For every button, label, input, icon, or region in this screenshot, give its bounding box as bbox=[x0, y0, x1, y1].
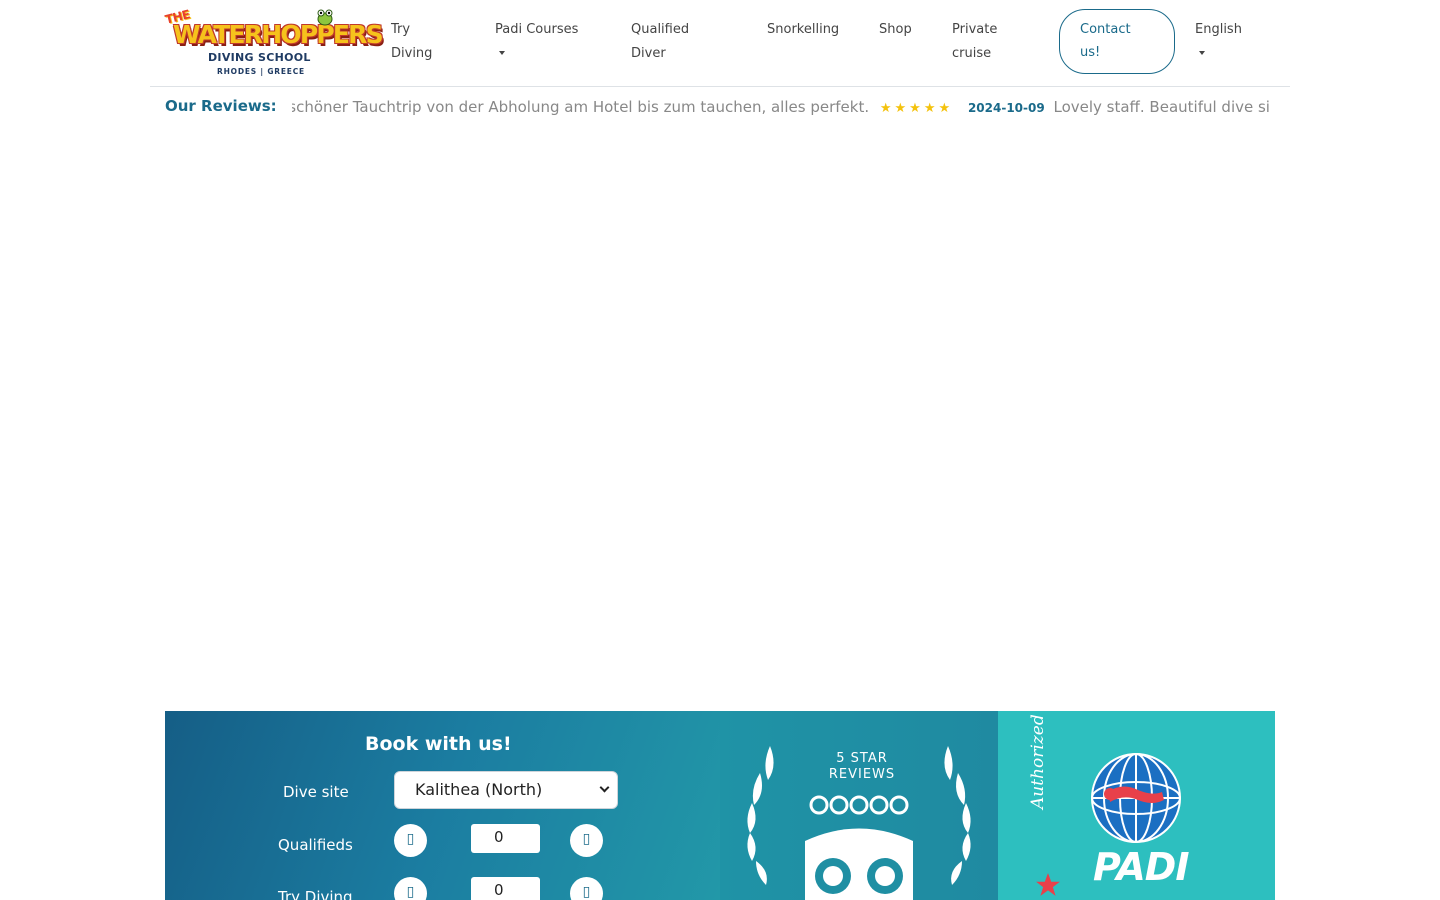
nav-item-label: Diving bbox=[391, 46, 433, 61]
language-dropdown[interactable]: English bbox=[1195, 18, 1242, 55]
plus-icon: ▯ bbox=[582, 884, 591, 900]
nav-item-shop[interactable]: Shop bbox=[879, 18, 912, 42]
top-navbar: THE WATERHOPPERS DIVING SCHOOL RHODES | … bbox=[150, 0, 1290, 87]
nav-item-label: Padi Courses bbox=[495, 22, 579, 37]
dive-site-value: Kalithea (North) bbox=[415, 780, 543, 799]
caret-down-icon bbox=[499, 51, 505, 55]
authorized-text: Authorized bbox=[1028, 714, 1048, 809]
review-text: n schöner Tauchtrip von der Abholung am … bbox=[292, 98, 870, 116]
chevron-down-icon bbox=[599, 782, 610, 793]
nav-item-label: Diver bbox=[631, 46, 666, 61]
nav-item-label: Private bbox=[952, 22, 998, 37]
try-diving-plus-button[interactable]: ▯ bbox=[570, 877, 603, 900]
site-logo[interactable]: THE WATERHOPPERS DIVING SCHOOL RHODES | … bbox=[164, 7, 384, 76]
contact-us-button[interactable]: Contact us! bbox=[1059, 9, 1175, 74]
try-diving-label: Try Diving bbox=[278, 888, 353, 900]
logo-location: RHODES | GREECE bbox=[217, 67, 305, 76]
logo-brand-text: WATERHOPPERS bbox=[173, 20, 384, 49]
padi-globe-diver-icon bbox=[1091, 753, 1181, 843]
nav-item-try-diving[interactable]: Try Diving bbox=[391, 18, 432, 66]
tripadvisor-badge[interactable]: 5 STAR REVIEWS bbox=[720, 711, 998, 900]
star-rating-icon: ★★★★★ bbox=[879, 101, 954, 116]
nav-item-label: cruise bbox=[952, 46, 992, 61]
nav-item-label: Shop bbox=[879, 22, 912, 37]
owl-icon bbox=[805, 828, 913, 900]
try-diving-minus-button[interactable]: ▯ bbox=[394, 877, 427, 900]
nav-item-private-cruise[interactable]: Private cruise bbox=[952, 18, 997, 66]
booking-form: Book with us! Dive site Kalithea (North)… bbox=[165, 711, 720, 900]
qualifieds-plus-button[interactable]: ▯ bbox=[570, 824, 603, 857]
padi-logo-text: PADI bbox=[1093, 845, 1189, 889]
nav-item-label: Try bbox=[391, 22, 411, 37]
nav-item-label: Qualified bbox=[631, 22, 690, 37]
language-label: English bbox=[1195, 22, 1242, 37]
laurel-wreath-icon bbox=[747, 746, 971, 900]
reviews-ticker-bar: Our Reviews: n schöner Tauchtrip von der… bbox=[165, 95, 1283, 119]
review-date: 2024-10-09 bbox=[967, 101, 1045, 115]
reviews-title: Our Reviews: bbox=[165, 97, 277, 115]
frog-mascot-icon bbox=[317, 9, 333, 26]
dive-site-label: Dive site bbox=[283, 783, 349, 801]
nav-item-snorkelling[interactable]: Snorkelling bbox=[767, 18, 839, 42]
booking-banner: Book with us! Dive site Kalithea (North)… bbox=[165, 711, 1275, 900]
dive-site-select[interactable]: Kalithea (North) bbox=[394, 771, 618, 809]
nav-item-qualified-diver[interactable]: Qualified Diver bbox=[631, 18, 689, 66]
logo-subtitle: DIVING SCHOOL bbox=[208, 51, 311, 64]
review-text: Lovely staff. Beautiful dive si bbox=[1053, 98, 1270, 116]
booking-title: Book with us! bbox=[365, 733, 512, 755]
nav-item-padi-courses[interactable]: Padi Courses bbox=[495, 18, 578, 55]
caret-down-icon bbox=[1199, 51, 1205, 55]
nav-item-label: Snorkelling bbox=[767, 22, 840, 37]
badge-line: REVIEWS bbox=[828, 767, 896, 782]
badge-line: 5 STAR bbox=[836, 751, 888, 766]
try-diving-count-input[interactable]: 0 bbox=[471, 877, 540, 900]
reviews-ticker: n schöner Tauchtrip von der Abholung am … bbox=[292, 95, 1283, 119]
qualifieds-minus-button[interactable]: ▯ bbox=[394, 824, 427, 857]
contact-us-label: Contact bbox=[1080, 22, 1131, 37]
star-icon bbox=[1036, 873, 1060, 896]
reviews-ticker-track: n schöner Tauchtrip von der Abholung am … bbox=[292, 98, 1270, 116]
padi-badge[interactable]: Authorized PADI bbox=[998, 711, 1275, 900]
qualifieds-label: Qualifieds bbox=[278, 836, 353, 854]
plus-icon: ▯ bbox=[582, 831, 591, 847]
qualifieds-count-input[interactable]: 0 bbox=[471, 824, 540, 853]
five-star-reviews-text: 5 STAR REVIEWS bbox=[807, 751, 917, 783]
minus-icon: ▯ bbox=[406, 831, 415, 847]
contact-us-label: us! bbox=[1080, 45, 1101, 60]
minus-icon: ▯ bbox=[406, 884, 415, 900]
